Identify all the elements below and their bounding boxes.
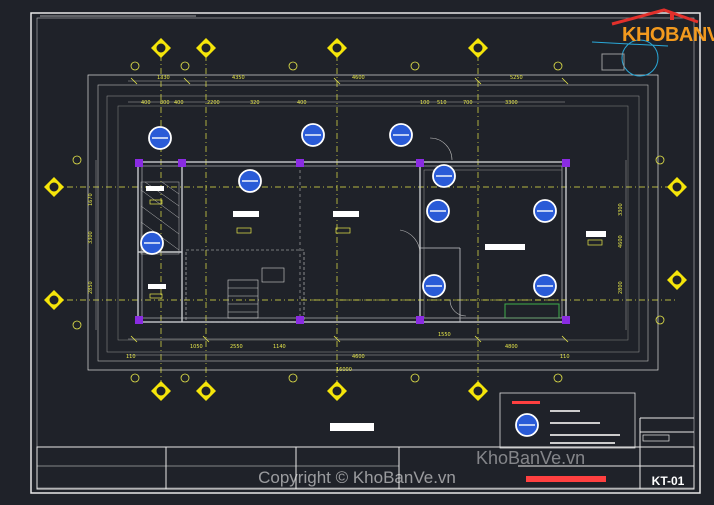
axis-marker-icon [667,270,687,290]
khobanve-logo: KHOBANVE [598,8,714,52]
dim-text: 4600 [352,75,365,81]
light-icon [301,123,325,147]
floor-plan-drawing: 1330 4350 4600 5250 400 800 400 2200 320 400 1… [30,12,701,494]
dim-text: 1550 [438,332,451,338]
axis-markers-bottom [151,381,488,401]
axis-markers-top [151,38,488,58]
dim-text: 4800 [505,344,518,350]
dim-text: 4350 [232,75,245,81]
secondary-axis-bubbles [72,61,665,383]
dim-text: 320 [250,100,260,106]
logo-text: KHOBANVE [622,24,714,46]
sheet-tag [642,434,670,442]
room-labels [146,186,606,289]
legend-block [499,392,636,449]
stair [185,249,305,323]
dim-text: 3300 [618,203,624,216]
axis-marker-icon [196,381,216,401]
dim-text: 700 [463,100,473,106]
copyright-watermark: Copyright © KhoBanVe.vn [258,468,456,487]
dim-text: 800 [160,100,170,106]
light-icon [422,274,446,298]
dim-text: 110 [560,354,570,360]
light-icon [238,169,262,193]
dim-text: 1330 [157,75,170,81]
dim-text: 4600 [352,354,365,360]
dim-text: 510 [437,100,447,106]
axis-marker-icon [667,177,687,197]
dim-text: 110 [126,354,136,360]
axis-marker-icon [44,177,64,197]
light-icon [148,126,172,150]
dim-text: 2850 [88,281,94,294]
dim-text: 4600 [618,235,624,248]
light-icon [426,199,450,223]
ceiling-lights [140,123,557,298]
building-walls [137,161,567,323]
watermark-secondary: KhoBanVe.vn [476,448,586,468]
light-icon [140,231,164,255]
light-icon [389,123,413,147]
axis-marker-icon [327,381,347,401]
dim-text: 5250 [510,75,523,81]
dim-text: 2800 [618,281,624,294]
axis-marker-icon [44,290,64,310]
dimension-ticks [130,77,569,343]
columns [135,159,570,324]
dimension-numbers: 1330 4350 4600 5250 400 800 400 2200 320 400 1… [88,75,624,373]
light-icon [533,199,557,223]
axis-marker-icon [468,381,488,401]
dim-text: 2200 [207,100,220,106]
drawing-title-bar [330,423,374,431]
dim-text: 1140 [273,344,286,350]
light-icon [533,274,557,298]
dim-text: 400 [141,100,151,106]
sheet-inner-border [36,17,695,489]
dim-text: 16000 [336,367,352,373]
dim-text: 3300 [505,100,518,106]
axis-marker-icon [327,38,347,58]
shelf [504,303,560,319]
axis-marker-icon [468,38,488,58]
dim-frame-4 [117,105,629,341]
dim-text: 1050 [190,344,203,350]
dim-text: 100 [420,100,430,106]
dim-text: 3300 [88,231,94,244]
dim-frame-1 [87,74,659,371]
axis-marker-icon [196,38,216,58]
axis-marker-icon [151,38,171,58]
axis-marker-icon [151,381,171,401]
dim-text: 1670 [88,193,94,206]
dim-text: 400 [297,100,307,106]
dim-text: 2550 [230,344,243,350]
light-icon [432,164,456,188]
dim-text: 400 [174,100,184,106]
